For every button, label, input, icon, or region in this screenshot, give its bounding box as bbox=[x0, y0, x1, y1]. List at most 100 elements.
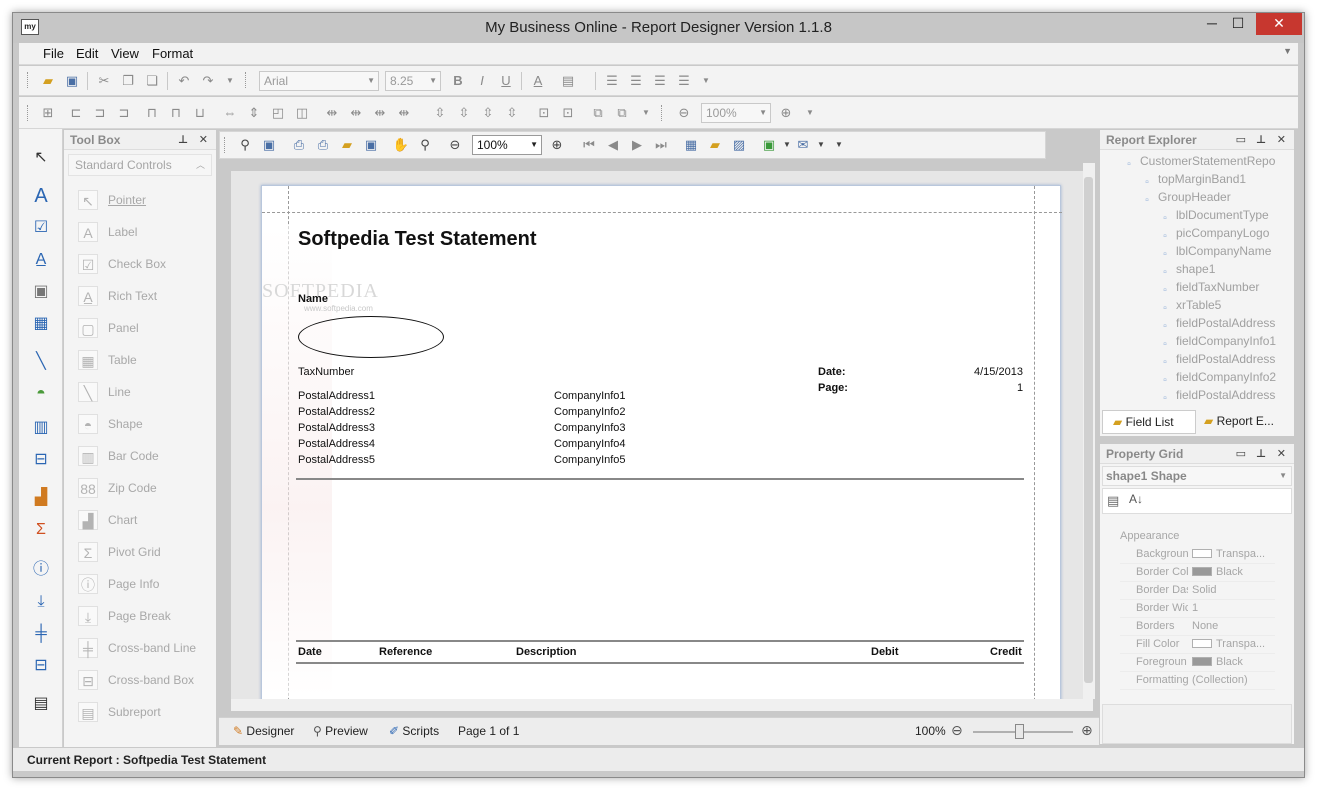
zoom-out-icon[interactable]: ⊖ bbox=[446, 136, 464, 154]
report-title[interactable]: Softpedia Test Statement bbox=[298, 228, 537, 251]
explorer-item[interactable]: ▫ fieldCompanyInfo1 bbox=[1158, 334, 1276, 352]
chart-icon[interactable]: ▟ bbox=[30, 487, 52, 509]
menu-file[interactable]: File bbox=[43, 46, 64, 61]
explorer-item[interactable]: ▫ lblCompanyName bbox=[1158, 244, 1271, 262]
toolbox-group-header[interactable]: Standard Controls ︿ bbox=[68, 154, 212, 176]
toolbox-item[interactable]: 88 Zip Code bbox=[76, 476, 216, 500]
label-icon[interactable]: A bbox=[30, 185, 52, 207]
line-icon[interactable]: ╲ bbox=[30, 351, 52, 373]
save-icon[interactable]: ▣ bbox=[63, 72, 81, 90]
h-spacing-equal-icon[interactable]: ⇹ bbox=[323, 104, 341, 122]
zoom-combo[interactable]: 100% ▼ bbox=[701, 103, 771, 123]
col-credit[interactable]: Credit bbox=[990, 646, 1022, 658]
property-row[interactable]: Border Wic 1 bbox=[1120, 600, 1275, 618]
pin-icon[interactable]: ⊥ bbox=[178, 130, 188, 150]
toolbar-dropdown-icon[interactable]: ▼ bbox=[221, 72, 239, 90]
v-spacing-equal-icon[interactable]: ⇳ bbox=[431, 104, 449, 122]
toolbar-dropdown-icon[interactable]: ▼ bbox=[812, 136, 830, 154]
col-date[interactable]: Date bbox=[298, 646, 322, 658]
toolbox-item[interactable]: ╲ Line bbox=[76, 380, 216, 404]
report-design-surface[interactable]: Softpedia Test Statement SOFTPEDIA www.s… bbox=[231, 171, 1093, 711]
align-middles-icon[interactable]: ⊓ bbox=[167, 104, 185, 122]
maximize-button[interactable]: ☐ bbox=[1224, 13, 1252, 35]
same-height-icon[interactable]: ⇕ bbox=[245, 104, 263, 122]
export-icon[interactable]: ▰ bbox=[338, 136, 356, 154]
explorer-scrollbar[interactable] bbox=[1280, 156, 1290, 406]
align-lefts-icon[interactable]: ⊏ bbox=[67, 104, 85, 122]
font-color-icon[interactable]: A bbox=[529, 72, 547, 90]
background-icon[interactable]: ▰ bbox=[706, 136, 724, 154]
menu-edit[interactable]: Edit bbox=[76, 46, 98, 61]
toolbox-item[interactable]: ▥ Bar Code bbox=[76, 444, 216, 468]
font-combo[interactable]: Arial ▼ bbox=[259, 71, 379, 91]
postal-address-4[interactable]: PostalAddress4 bbox=[298, 438, 375, 450]
magnifier-icon[interactable]: ⚲ bbox=[416, 136, 434, 154]
italic-button[interactable]: I bbox=[473, 72, 491, 90]
last-page-icon[interactable]: ⏭ bbox=[652, 136, 670, 154]
send-to-back-icon[interactable]: ⧉ bbox=[613, 104, 631, 122]
tab-field-list[interactable]: ▰ Field List bbox=[1102, 410, 1196, 434]
zoom-out-icon[interactable]: ⊖ bbox=[951, 722, 963, 739]
minimize-button[interactable]: ─ bbox=[1198, 13, 1226, 35]
next-page-icon[interactable]: ▶ bbox=[628, 136, 646, 154]
zoom-out-icon[interactable]: ⊖ bbox=[675, 104, 693, 122]
categorized-icon[interactable]: ▤ bbox=[1107, 493, 1119, 509]
col-reference[interactable]: Reference bbox=[379, 646, 432, 658]
cross-band-box-icon[interactable]: ⊟ bbox=[30, 655, 52, 677]
company-info-4[interactable]: CompanyInfo4 bbox=[554, 438, 626, 450]
tab-report-explorer[interactable]: ▰ Report E... bbox=[1198, 410, 1290, 434]
zoom-slider-thumb[interactable] bbox=[1015, 724, 1024, 739]
explorer-item[interactable]: ▫ CustomerStatementReport bbox=[1122, 154, 1276, 172]
align-centers-icon[interactable]: ⊐ bbox=[91, 104, 109, 122]
category-appearance[interactable]: Appearance bbox=[1120, 530, 1179, 542]
property-row[interactable]: Borders None bbox=[1120, 618, 1275, 636]
window-icon[interactable]: ▭ bbox=[1236, 130, 1246, 150]
bring-to-front-icon[interactable]: ⧉ bbox=[589, 104, 607, 122]
multiple-pages-icon[interactable]: ▦ bbox=[682, 136, 700, 154]
explorer-item[interactable]: ▫ picCompanyLogo bbox=[1158, 226, 1269, 244]
company-info-5[interactable]: CompanyInfo5 bbox=[554, 454, 626, 466]
table-icon[interactable]: ▦ bbox=[30, 313, 52, 335]
h-spacing-remove-icon[interactable]: ⇹ bbox=[395, 104, 413, 122]
underline-button[interactable]: U bbox=[497, 72, 515, 90]
cross-band-line-icon[interactable]: ╪ bbox=[30, 623, 52, 645]
explorer-item[interactable]: ▫ fieldTaxNumber bbox=[1158, 280, 1259, 298]
explorer-item[interactable]: ▫ fieldPostalAddress2 bbox=[1158, 352, 1276, 370]
postal-address-3[interactable]: PostalAddress3 bbox=[298, 422, 375, 434]
explorer-item[interactable]: ▫ fieldPostalAddress1 bbox=[1158, 316, 1276, 334]
toolbar-grip[interactable] bbox=[27, 105, 30, 121]
pivot-grid-icon[interactable]: Σ bbox=[30, 519, 52, 541]
shape-ellipse[interactable] bbox=[298, 316, 444, 358]
copy-icon[interactable]: ❐ bbox=[119, 72, 137, 90]
panel-icon[interactable]: ▣ bbox=[30, 281, 52, 303]
toolbar-grip[interactable] bbox=[661, 105, 664, 121]
postal-address-1[interactable]: PostalAddress1 bbox=[298, 390, 375, 402]
toolbar-grip[interactable] bbox=[245, 72, 248, 88]
save-icon[interactable]: ▣ bbox=[260, 136, 278, 154]
tab-designer[interactable]: ✎ Designer bbox=[233, 724, 294, 738]
alphabetical-icon[interactable]: A↓ bbox=[1129, 492, 1143, 506]
explorer-item[interactable]: ▫ xrTable5 bbox=[1158, 298, 1221, 316]
page-value[interactable]: 1 bbox=[1017, 382, 1023, 394]
toolbox-item[interactable]: ⤓ Page Break bbox=[76, 604, 216, 628]
size-to-grid-icon[interactable]: ◰ bbox=[269, 104, 287, 122]
toolbar-grip[interactable] bbox=[224, 137, 227, 153]
align-left-icon[interactable]: ☰ bbox=[603, 72, 621, 90]
checkbox-icon[interactable]: ☑ bbox=[30, 217, 52, 239]
paste-icon[interactable]: ❏ bbox=[143, 72, 161, 90]
font-size-combo[interactable]: 8.25 ▼ bbox=[385, 71, 441, 91]
toolbox-item[interactable]: A̲ Rich Text bbox=[76, 284, 216, 308]
toolbox-item[interactable]: ▤ Subreport bbox=[76, 700, 216, 724]
bold-button[interactable]: B bbox=[449, 72, 467, 90]
col-description[interactable]: Description bbox=[516, 646, 577, 658]
align-center-icon[interactable]: ☰ bbox=[627, 72, 645, 90]
send-email-icon[interactable]: ✉ bbox=[794, 136, 812, 154]
close-icon[interactable]: ✕ bbox=[1277, 444, 1286, 464]
toolbox-item[interactable]: A Label bbox=[76, 220, 216, 244]
same-width-icon[interactable]: ⇔ bbox=[221, 104, 239, 122]
undo-icon[interactable]: ↶ bbox=[175, 72, 193, 90]
same-size-icon[interactable]: ◫ bbox=[293, 104, 311, 122]
justify-icon[interactable]: ☰ bbox=[675, 72, 693, 90]
toolbar-dropdown-icon[interactable]: ▼ bbox=[637, 104, 655, 122]
property-row[interactable]: Backgroun Transpa... bbox=[1120, 546, 1275, 564]
